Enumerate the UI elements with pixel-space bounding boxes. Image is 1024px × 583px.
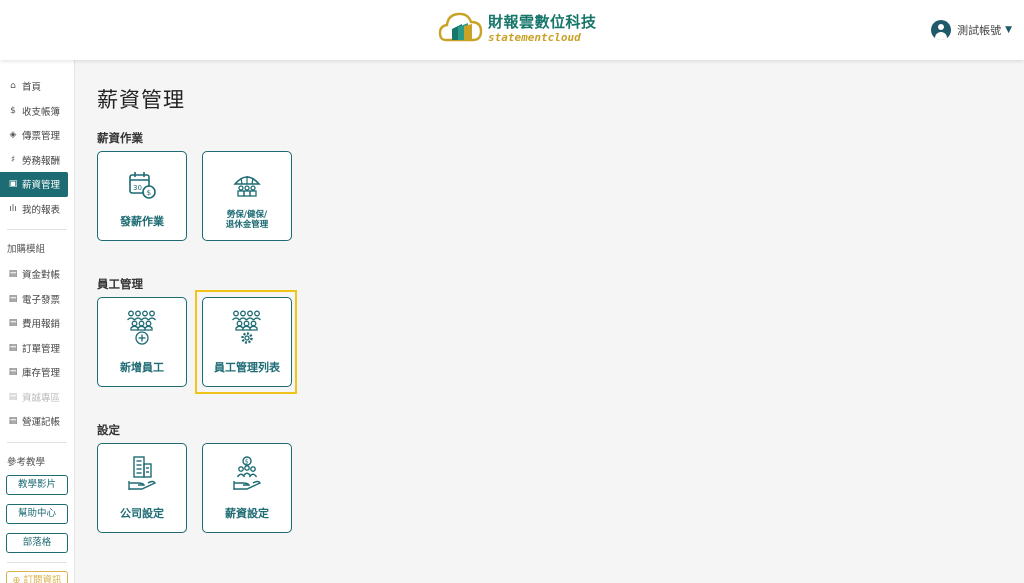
sidebar-item-label: 薪資管理 — [22, 180, 61, 192]
module-icon: ▤ — [8, 416, 18, 427]
svg-text:$: $ — [245, 459, 249, 466]
module-icon: ▤ — [8, 318, 18, 329]
payday-card[interactable]: 30 $ 發薪作業 — [97, 151, 187, 241]
sidebar-item-orders[interactable]: ▤ 訂單管理 — [0, 336, 74, 361]
sidebar-item-label: 訂單管理 — [22, 343, 61, 355]
employee-list-card[interactable]: 員工管理列表 — [202, 297, 292, 387]
module-icon: ▤ — [8, 342, 18, 353]
addon-section-label: 加購模組 — [7, 244, 46, 255]
sidebar-item-label: 庫存管理 — [22, 368, 61, 380]
umbrella-people-icon — [233, 176, 261, 197]
building-hand-icon — [128, 456, 157, 490]
user-avatar-icon — [931, 20, 952, 40]
insurance-pension-card[interactable]: 勞保/健保/ 退休金管理 — [202, 151, 292, 241]
subscription-info-button[interactable]: ⊕ 訂閱資訊 — [6, 570, 68, 583]
sidebar-divider — [7, 229, 67, 230]
sidebar-main-nav: ⌂ 首頁 $ 收支帳簿 ◈ 傳票管理 ♯ 勞務報酬 ▣ 薪資管理 ılı 我的報… — [0, 74, 74, 221]
sidebar-item-label: 資誠專區 — [22, 392, 61, 404]
sidebar-item-expense[interactable]: ▤ 費用報銷 — [0, 311, 74, 336]
module-icon: ▤ — [8, 367, 18, 378]
people-add-icon — [127, 310, 156, 345]
calendar-money-icon: 30 $ — [129, 172, 156, 199]
payroll-icon: ▣ — [8, 179, 18, 190]
sidebar-item-ledger[interactable]: $ 收支帳簿 — [0, 99, 74, 124]
user-name: 測試帳號 — [957, 24, 1002, 37]
sidebar-divider — [7, 441, 67, 443]
sidebar-item-fund-reconcile[interactable]: ▤ 資金對帳 — [0, 262, 74, 287]
card-label: 發薪作業 — [120, 215, 164, 228]
svg-text:$: $ — [147, 189, 151, 197]
top-header: 財報雲數位科技 statementcloud 測試帳號 ▼ — [0, 0, 1024, 60]
sidebar-item-operations[interactable]: ▤ 營運記帳 — [0, 409, 74, 434]
card-label: 薪資設定 — [225, 507, 269, 520]
section-title-employee-mgmt: 員工管理 — [97, 277, 143, 291]
sidebar-item-label: 勞務報酬 — [22, 155, 61, 167]
sidebar-item-inventory[interactable]: ▤ 庫存管理 — [0, 360, 74, 385]
tutorial-video-button[interactable]: 教學影片 — [6, 474, 68, 495]
section-title-settings: 設定 — [97, 423, 120, 437]
sidebar-item-label: 營運記帳 — [22, 417, 61, 429]
user-menu[interactable]: 測試帳號 ▼ — [931, 20, 1012, 40]
sidebar-item-vouchers[interactable]: ◈ 傳票管理 — [0, 123, 74, 148]
card-label: 勞保/健保/ 退休金管理 — [225, 210, 269, 230]
money-icon: $ — [10, 105, 16, 116]
money-people-hand-icon: $ — [233, 456, 262, 490]
brand-name-cn: 財報雲數位科技 — [488, 12, 597, 31]
sidebar-item-e-invoice[interactable]: ▤ 電子發票 — [0, 287, 74, 312]
labor-icon: ♯ — [10, 154, 16, 165]
sidebar-item-label: 資金對帳 — [22, 270, 61, 282]
sidebar-item-label: 費用報銷 — [22, 319, 61, 331]
bar-chart-icon: ılı — [9, 203, 17, 214]
section-title-payroll-ops: 薪資作業 — [97, 131, 143, 145]
svg-text:30: 30 — [133, 184, 142, 192]
sidebar: ⌂ 首頁 $ 收支帳簿 ◈ 傳票管理 ♯ 勞務報酬 ▣ 薪資管理 ılı 我的報… — [0, 60, 75, 583]
card-label: 新增員工 — [120, 361, 164, 374]
sidebar-item-label: 電子發票 — [22, 294, 61, 306]
sidebar-item-label: 我的報表 — [22, 204, 61, 216]
module-icon: ▤ — [8, 391, 18, 402]
home-icon: ⌂ — [10, 81, 16, 92]
brand-logo[interactable]: 財報雲數位科技 statementcloud — [438, 10, 597, 46]
card-label: 員工管理列表 — [214, 361, 280, 374]
sidebar-item-label: 傳票管理 — [22, 131, 61, 143]
sidebar-item-payroll[interactable]: ▣ 薪資管理 — [0, 172, 68, 197]
card-label: 公司設定 — [120, 507, 164, 520]
subscription-label: 訂閱資訊 — [23, 574, 62, 583]
voucher-icon: ◈ — [9, 130, 17, 141]
sidebar-item-label: 首頁 — [22, 82, 42, 94]
company-settings-card[interactable]: 公司設定 — [97, 443, 187, 533]
sidebar-item-labor-pay[interactable]: ♯ 勞務報酬 — [0, 148, 74, 173]
sidebar-item-pwc-zone: ▤ 資誠專區 — [0, 385, 74, 410]
module-icon: ▤ — [8, 269, 18, 280]
brand-name-en: statementcloud — [488, 30, 581, 44]
payroll-settings-card[interactable]: $ 薪資設定 — [202, 443, 292, 533]
sidebar-divider — [7, 561, 67, 563]
sidebar-item-reports[interactable]: ılı 我的報表 — [0, 197, 74, 222]
add-employee-card[interactable]: 新增員工 — [97, 297, 187, 387]
help-center-button[interactable]: 幫助中心 — [6, 503, 68, 524]
caret-down-icon: ▼ — [1005, 25, 1012, 35]
module-icon: ▤ — [8, 293, 18, 304]
sidebar-item-label: 收支帳簿 — [22, 106, 61, 118]
cloud-logo-icon — [438, 12, 483, 42]
reference-section-label: 參考教學 — [7, 456, 46, 468]
sidebar-item-home[interactable]: ⌂ 首頁 — [0, 74, 74, 99]
page-title: 薪資管理 — [97, 88, 185, 112]
people-gear-icon — [232, 310, 261, 344]
blog-button[interactable]: 部落格 — [6, 532, 68, 553]
